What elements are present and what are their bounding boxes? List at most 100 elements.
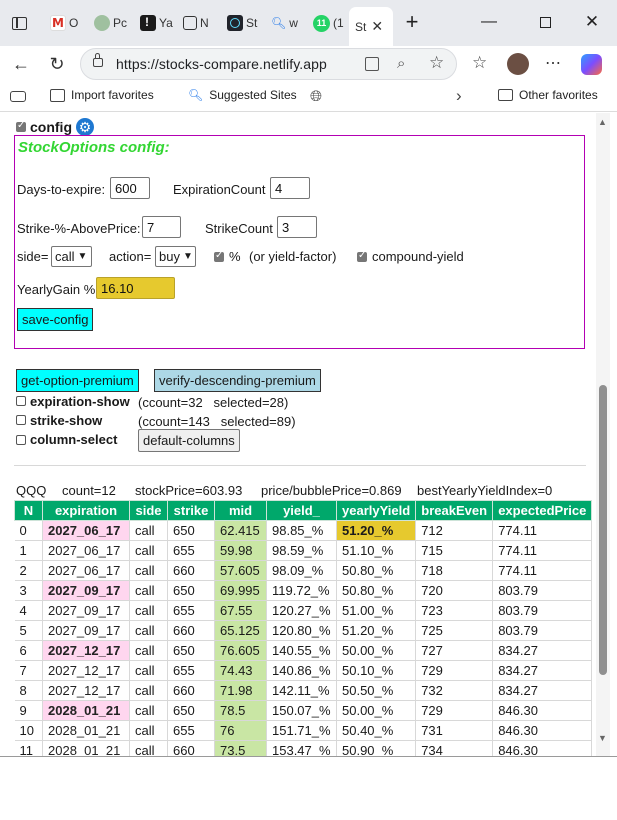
save-config-button[interactable]: save-config [17, 308, 94, 331]
browser-window: M O Pc ! Ya N St 🔍︎ w 11 (1 St ✕ + — ✕ ←… [0, 0, 617, 757]
table-cell-breakEven: 734 [415, 740, 494, 756]
table-row[interactable]: 6 2027_12_17 call 650 76.605 140.55_% 50.00_% 7… [14, 640, 593, 661]
table-cell-yield: 142.11_% [266, 680, 337, 701]
table-cell-yield: 98.09_% [266, 560, 337, 581]
column-header[interactable]: N [14, 500, 43, 521]
percent-checkbox[interactable] [214, 250, 224, 262]
column-header[interactable]: side [129, 500, 168, 521]
table-cell-side: call [129, 560, 168, 581]
table-cell-N: 0 [14, 520, 43, 541]
compound-yield-checkbox[interactable] [357, 250, 367, 262]
side-select[interactable]: call ▼ [51, 246, 92, 267]
table-cell-expiration: 2027_12_17 [42, 640, 130, 661]
globe-icon[interactable]: 🌐︎ [310, 88, 322, 105]
scroll-up-icon[interactable]: ▲ [598, 117, 607, 127]
config-toggle[interactable]: config ⚙ [16, 118, 94, 136]
close-tab-icon[interactable]: ✕ [371, 18, 383, 35]
close-icon[interactable]: ✕ [578, 10, 606, 34]
sidebar-toggle[interactable] [12, 8, 27, 38]
table-cell-N: 11 [14, 740, 43, 756]
table-row[interactable]: 3 2027_09_17 call 650 69.995 119.72_% 50.80_% 7… [14, 580, 593, 601]
column-header[interactable]: mid [214, 500, 267, 521]
table-cell-strike: 655 [167, 540, 215, 561]
table-row[interactable]: 8 2027_12_17 call 660 71.98 142.11_% 50.50_% 73… [14, 680, 593, 701]
tab-3[interactable]: N [183, 8, 209, 38]
page-scrollbar[interactable]: ▲ ▼ [596, 113, 610, 756]
tab-2[interactable]: ! Ya [140, 8, 173, 38]
app-icon[interactable] [365, 57, 379, 71]
tab-label: Ya [159, 16, 173, 30]
action-select[interactable]: buy ▼ [155, 246, 196, 267]
strike-pct-input[interactable] [142, 216, 181, 238]
suggested-sites[interactable]: 🔍︎ Suggested Sites [188, 88, 297, 102]
table-row[interactable]: 1 2027_06_17 call 655 59.98 98.59_% 51.10_% 715… [14, 540, 593, 561]
table-cell-expectedPrice: 803.79 [492, 620, 593, 641]
scroll-thumb[interactable] [599, 385, 607, 675]
tab-active[interactable]: St ✕ [349, 7, 393, 46]
default-columns-button[interactable]: default-columns [138, 429, 240, 452]
table-row[interactable]: 7 2027_12_17 call 655 74.43 140.86_% 50.10_% 72… [14, 660, 593, 681]
gear-icon[interactable]: ⚙ [76, 118, 94, 136]
maximize-icon[interactable] [531, 10, 559, 34]
table-cell-yearlyYield: 50.80_% [336, 560, 417, 581]
avatar[interactable] [507, 53, 529, 75]
table-cell-yield: 140.86_% [266, 660, 337, 681]
address-toolbar: ← ↻ https://stocks-compare.netlify.app ⌕… [0, 46, 617, 82]
column-header[interactable]: yearlyYield [335, 500, 417, 521]
table-cell-yearlyYield: 50.00_% [336, 640, 417, 661]
table-cell-yield: 151.71_% [266, 720, 337, 741]
address-bar[interactable]: https://stocks-compare.netlify.app ⌕ ☆ [80, 48, 457, 80]
column-header[interactable]: yield_ [266, 500, 337, 521]
config-checkbox[interactable] [16, 120, 26, 132]
table-row[interactable]: 2 2027_06_17 call 660 57.605 98.09_% 50.80_% 71… [14, 560, 593, 581]
strike-show-checkbox[interactable] [16, 415, 26, 425]
get-option-premium-button[interactable]: get-option-premium [16, 369, 139, 392]
table-cell-expiration: 2027_09_17 [42, 580, 130, 601]
divider [14, 465, 586, 466]
table-cell-mid: 74.43 [214, 660, 267, 681]
import-favorites[interactable]: Import favorites [50, 88, 154, 102]
tab-4[interactable]: St [227, 8, 257, 38]
star-icon[interactable]: ☆ [429, 53, 444, 73]
tab-label: (1 [333, 16, 344, 30]
verify-descending-premium-button[interactable]: verify-descending-premium [154, 369, 321, 392]
back-icon[interactable]: ← [8, 51, 34, 77]
tab-0[interactable]: M O [50, 8, 78, 38]
copilot-icon[interactable] [581, 54, 602, 75]
minimize-icon[interactable]: — [475, 10, 503, 34]
strike-count-input[interactable] [277, 216, 317, 238]
tab-6[interactable]: 11 (1 [313, 8, 344, 38]
tab-label: w [289, 16, 298, 30]
table-row[interactable]: 9 2028_01_21 call 650 78.5 150.07_% 50.00_% 729… [14, 700, 593, 721]
tab-1[interactable]: Pc [94, 8, 127, 38]
tab-5[interactable]: 🔍︎ w [271, 8, 298, 38]
table-cell-breakEven: 718 [415, 560, 494, 581]
table-row[interactable]: 0 2027_06_17 call 650 62.415 98.85_% 51.20_% 71… [14, 520, 593, 541]
table-row[interactable]: 5 2027_09_17 call 660 65.125 120.80_% 51.20_% 7… [14, 620, 593, 641]
column-header[interactable]: strike [167, 500, 215, 521]
column-header[interactable]: expiration [42, 500, 130, 521]
expiration-show-checkbox[interactable] [16, 396, 26, 406]
reading-icon[interactable] [10, 91, 26, 102]
column-header[interactable]: expectedPrice [492, 500, 593, 521]
scroll-down-icon[interactable]: ▼ [598, 733, 607, 743]
zoom-icon[interactable]: ⌕ [397, 55, 405, 72]
column-select-checkbox[interactable] [16, 435, 26, 445]
favorites-icon[interactable]: ☆ [472, 53, 487, 73]
yearly-gain-input[interactable] [96, 277, 175, 299]
table-row[interactable]: 11 2028_01_21 call 660 73.5 153.47_% 50.90_% 73… [14, 740, 593, 756]
table-cell-mid: 59.98 [214, 540, 267, 561]
table-row[interactable]: 10 2028_01_21 call 655 76 151.71_% 50.40_% 731 8… [14, 720, 593, 741]
expiration-count-input[interactable] [270, 177, 310, 199]
table-cell-strike: 650 [167, 640, 215, 661]
column-header[interactable]: breakEven [415, 500, 494, 521]
days-to-expire-input[interactable] [110, 177, 150, 199]
more-icon[interactable]: ⋯ [545, 53, 561, 73]
new-tab-icon[interactable]: + [398, 9, 426, 34]
refresh-icon[interactable]: ↻ [44, 51, 70, 77]
other-favorites[interactable]: Other favorites [498, 88, 598, 102]
chevron-right-icon[interactable]: › [456, 86, 462, 106]
table-cell-breakEven: 729 [415, 700, 494, 721]
table-cell-yearlyYield: 50.80_% [336, 580, 417, 601]
table-row[interactable]: 4 2027_09_17 call 655 67.55 120.27_% 51.00_% 72… [14, 600, 593, 621]
